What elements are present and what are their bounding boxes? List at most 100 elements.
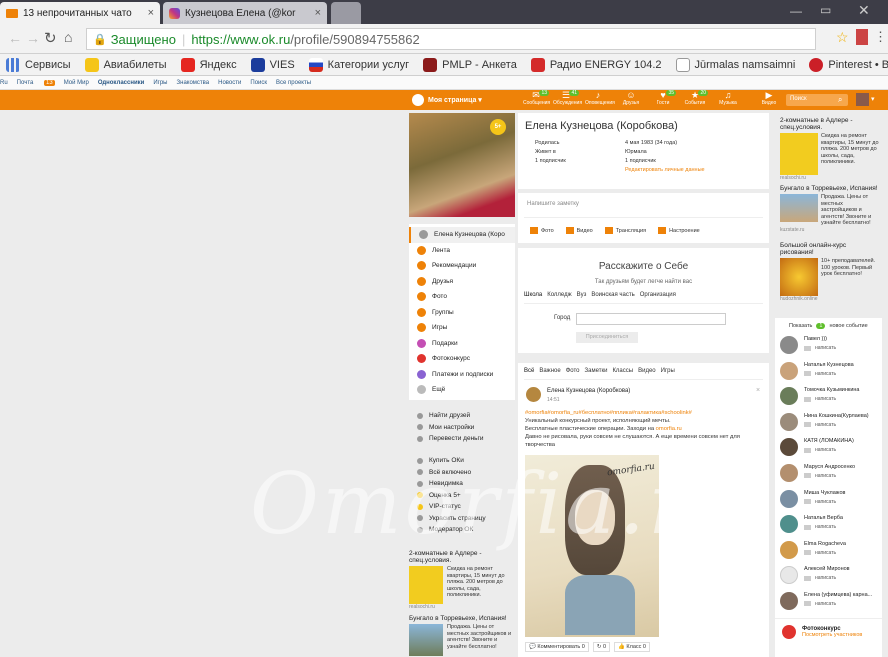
nav-notifications[interactable]: ♪ Оповещения	[585, 91, 615, 107]
link-rating[interactable]: Оценка 5+	[409, 490, 515, 502]
nav-music[interactable]: ♫ Музыка	[715, 91, 741, 107]
menu-item-recommendations[interactable]: Рекомендации	[409, 258, 515, 274]
write-link[interactable]: написать	[804, 601, 872, 607]
menu-icon[interactable]: ⋮	[874, 29, 887, 45]
portal-link[interactable]: Поиск	[250, 80, 267, 86]
write-link[interactable]: написать	[804, 447, 854, 453]
home-icon[interactable]: ⌂	[64, 29, 72, 45]
feed-tab-notes[interactable]: Заметки	[584, 368, 607, 374]
like-button[interactable]: 👍 Класс 0	[614, 642, 650, 652]
portal-link[interactable]: Почта 13	[17, 79, 55, 86]
right-ad-1[interactable]: 2-комнатные в Адлере - спец.условия. Ски…	[780, 117, 880, 181]
menu-item-photocontest[interactable]: Фотоконкурс	[409, 351, 515, 367]
link-all-inclusive[interactable]: Всё включено	[409, 467, 515, 479]
friend-item[interactable]: Наталья Верба написать	[775, 515, 882, 541]
feed-tab-classes[interactable]: Классы	[612, 368, 633, 374]
portal-link[interactable]: Мой Мир	[64, 80, 89, 86]
mood-action[interactable]: Настроение	[658, 227, 700, 234]
tab-chats[interactable]: 13 непрочитанных чато ×	[0, 2, 160, 24]
right-ad-3[interactable]: Большой онлайн-курс рисования! 10+ препо…	[780, 242, 880, 302]
tab-military[interactable]: Воинская часть	[591, 292, 634, 298]
close-icon[interactable]: ×	[148, 7, 154, 19]
reload-icon[interactable]: ↻	[44, 29, 57, 47]
minimize-icon[interactable]: —	[790, 4, 802, 18]
comment-button[interactable]: 💬 Комментировать 0	[525, 642, 589, 652]
link-find-friends[interactable]: Найти друзей	[409, 410, 515, 422]
post-image[interactable]: omorfia.ru	[525, 455, 659, 637]
bookmark-yandex[interactable]: Яндекс	[180, 57, 237, 72]
feed-tab-important[interactable]: Важное	[539, 368, 560, 374]
friend-item[interactable]: Маруся Андросенко написать	[775, 463, 882, 490]
tab-instagram[interactable]: Кузнецова Елена (@kor ×	[163, 2, 327, 24]
menu-item-games[interactable]: Игры	[409, 320, 515, 336]
menu-item-payments[interactable]: Платежи и подписки	[409, 367, 515, 383]
feed-tab-video[interactable]: Видео	[638, 368, 656, 374]
feed-tab-games[interactable]: Игры	[661, 368, 675, 374]
search-icon[interactable]: ⌕	[838, 95, 842, 105]
menu-item-groups[interactable]: Группы	[409, 305, 515, 321]
profile-avatar[interactable]: 5+	[409, 113, 515, 217]
friend-item[interactable]: Миша Чуклажов написать	[775, 489, 882, 516]
tab-university[interactable]: Вуз	[577, 292, 587, 298]
bookmark-categories[interactable]: Категории услуг	[308, 57, 409, 72]
forward-icon[interactable]: →	[26, 30, 40, 46]
nav-discussions[interactable]: ☰ Обсуждения 41	[553, 90, 582, 106]
nav-video[interactable]: ▶ Видео	[756, 91, 782, 107]
post-hashtags[interactable]: #omorfia#omorfia_ru#бесплатно#пплика#гал…	[525, 409, 765, 417]
tab-college[interactable]: Колледж	[547, 292, 571, 298]
link-vip[interactable]: VIP-статус	[409, 501, 515, 513]
join-button[interactable]: Присоединиться	[576, 332, 638, 343]
feed-tab-photo[interactable]: Фото	[566, 368, 580, 374]
portal-link[interactable]: Одноклассники	[98, 80, 145, 86]
write-link[interactable]: написать	[804, 550, 846, 556]
portal-link[interactable]: Знакомства	[177, 80, 210, 86]
extension-icon[interactable]	[856, 29, 868, 45]
star-icon[interactable]: ☆	[836, 29, 849, 46]
feed-tab-all[interactable]: Всё	[524, 368, 534, 374]
photo-contest-block[interactable]: Фотоконкурс Посмотреть участников	[775, 618, 882, 639]
friend-item[interactable]: Павел ))) написать	[775, 336, 882, 362]
portal-link[interactable]: Новости	[218, 80, 241, 86]
nav-guests[interactable]: ♥ Гости 35	[650, 90, 676, 106]
left-ad-2[interactable]: Бунгало в Торревьехе, Испания! Продажа. …	[409, 615, 515, 656]
post-author[interactable]: Елена Кузнецова (Коробкова)	[547, 388, 630, 394]
menu-item-feed[interactable]: Лента	[409, 243, 515, 259]
friend-item[interactable]: КАТЯ (ЛОМАКИНА) написать	[775, 438, 882, 464]
video-action[interactable]: Видео	[565, 227, 593, 234]
view-participants-link[interactable]: Посмотреть участников	[802, 632, 862, 638]
portal-link[interactable]: Ru	[0, 80, 8, 86]
portal-link[interactable]: Все проекты	[276, 80, 311, 86]
menu-item-friends[interactable]: Друзья	[409, 274, 515, 290]
new-tab-button[interactable]	[331, 2, 361, 24]
menu-item-more[interactable]: Ещё	[409, 382, 515, 398]
user-avatar-thumb[interactable]	[856, 93, 869, 106]
bookmark-radio[interactable]: Радио ENERGY 104.2	[530, 57, 662, 72]
friend-item[interactable]: Нина Кошкина(Курлаева) написать	[775, 412, 882, 439]
friend-item[interactable]: Томочка Кузьминкина написать	[775, 387, 882, 413]
nav-events[interactable]: ★ События 20	[682, 90, 708, 106]
share-button[interactable]: ↻ 0	[592, 642, 611, 652]
maximize-icon[interactable]: ▭	[820, 3, 831, 17]
tab-school[interactable]: Школа	[524, 292, 542, 298]
menu-item-gifts[interactable]: Подарки	[409, 336, 515, 352]
write-link[interactable]: написать	[804, 524, 843, 530]
link-buy-oki[interactable]: Купить ОКи	[409, 455, 515, 467]
city-input[interactable]	[576, 313, 726, 325]
write-link[interactable]: написать	[804, 345, 836, 351]
nav-messages[interactable]: ✉ Сообщения 13	[523, 90, 550, 106]
bookmark-jurmala[interactable]: Jūrmalas namsaimni	[675, 57, 795, 72]
edit-profile-link[interactable]: Редактировать личные данные	[625, 167, 705, 176]
write-link[interactable]: написать	[804, 422, 869, 428]
ok-logo-icon[interactable]	[412, 94, 424, 106]
bookmark-vies[interactable]: VIES	[250, 57, 295, 72]
link-invisible[interactable]: Невидимка	[409, 478, 515, 490]
friend-item[interactable]: Elma Rogacheva написать	[775, 540, 882, 567]
left-ad-1[interactable]: 2-комнатные в Адлере - спец.условия. Ски…	[409, 550, 515, 610]
tab-organization[interactable]: Организация	[640, 292, 676, 298]
close-icon[interactable]: ×	[315, 7, 321, 19]
bookmark-services[interactable]: Сервисы	[6, 57, 71, 72]
back-icon[interactable]: ←	[8, 30, 22, 46]
write-link[interactable]: написать	[804, 499, 845, 505]
friend-item[interactable]: Алексей Миронов написать	[775, 566, 882, 592]
link-settings[interactable]: Мои настройки	[409, 422, 515, 434]
